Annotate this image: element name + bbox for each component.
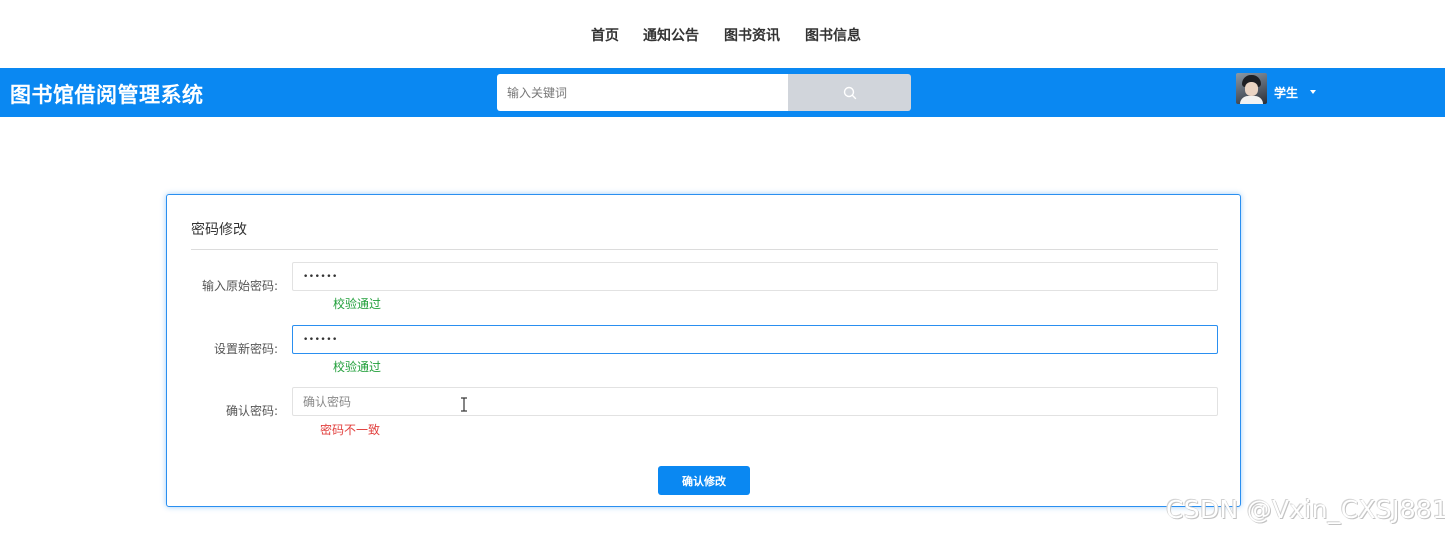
user-name[interactable]: 学生 [1274, 84, 1298, 101]
text-cursor-icon [461, 397, 467, 412]
avatar[interactable] [1236, 73, 1267, 104]
new-password-input[interactable] [292, 325, 1218, 354]
confirm-change-button[interactable]: 确认修改 [658, 466, 750, 495]
new-password-label: 设置新密码: [213, 342, 278, 356]
search-input[interactable] [497, 74, 788, 111]
nav-book-news[interactable]: 图书资讯 [724, 25, 780, 45]
search-button[interactable] [788, 74, 911, 111]
password-change-card: 密码修改 输入原始密码: 校验通过 设置新密码: 校验通过 确认密码: 密码不一… [166, 194, 1241, 507]
watermark: CSDN @Vxin_CXSJ881 [1166, 495, 1445, 524]
old-password-hint: 校验通过 [333, 297, 382, 311]
nav-home[interactable]: 首页 [591, 25, 619, 45]
new-password-hint: 校验通过 [333, 360, 382, 374]
brand-title: 图书馆借阅管理系统 [10, 83, 204, 107]
top-nav: 首页 通知公告 图书资讯 图书信息 [0, 0, 1445, 68]
confirm-password-label: 确认密码: [225, 404, 278, 418]
confirm-password-hint: 密码不一致 [320, 423, 381, 437]
old-password-input[interactable] [292, 262, 1218, 291]
nav-book-info[interactable]: 图书信息 [805, 25, 861, 45]
header-bar: 图书馆借阅管理系统 学生 [0, 68, 1445, 117]
card-title: 密码修改 [191, 222, 247, 238]
old-password-label: 输入原始密码: [201, 279, 278, 293]
chevron-down-icon[interactable] [1310, 90, 1316, 94]
divider [191, 249, 1218, 250]
nav-notices[interactable]: 通知公告 [643, 25, 699, 45]
confirm-password-input[interactable] [292, 387, 1218, 416]
search-icon [843, 86, 856, 99]
